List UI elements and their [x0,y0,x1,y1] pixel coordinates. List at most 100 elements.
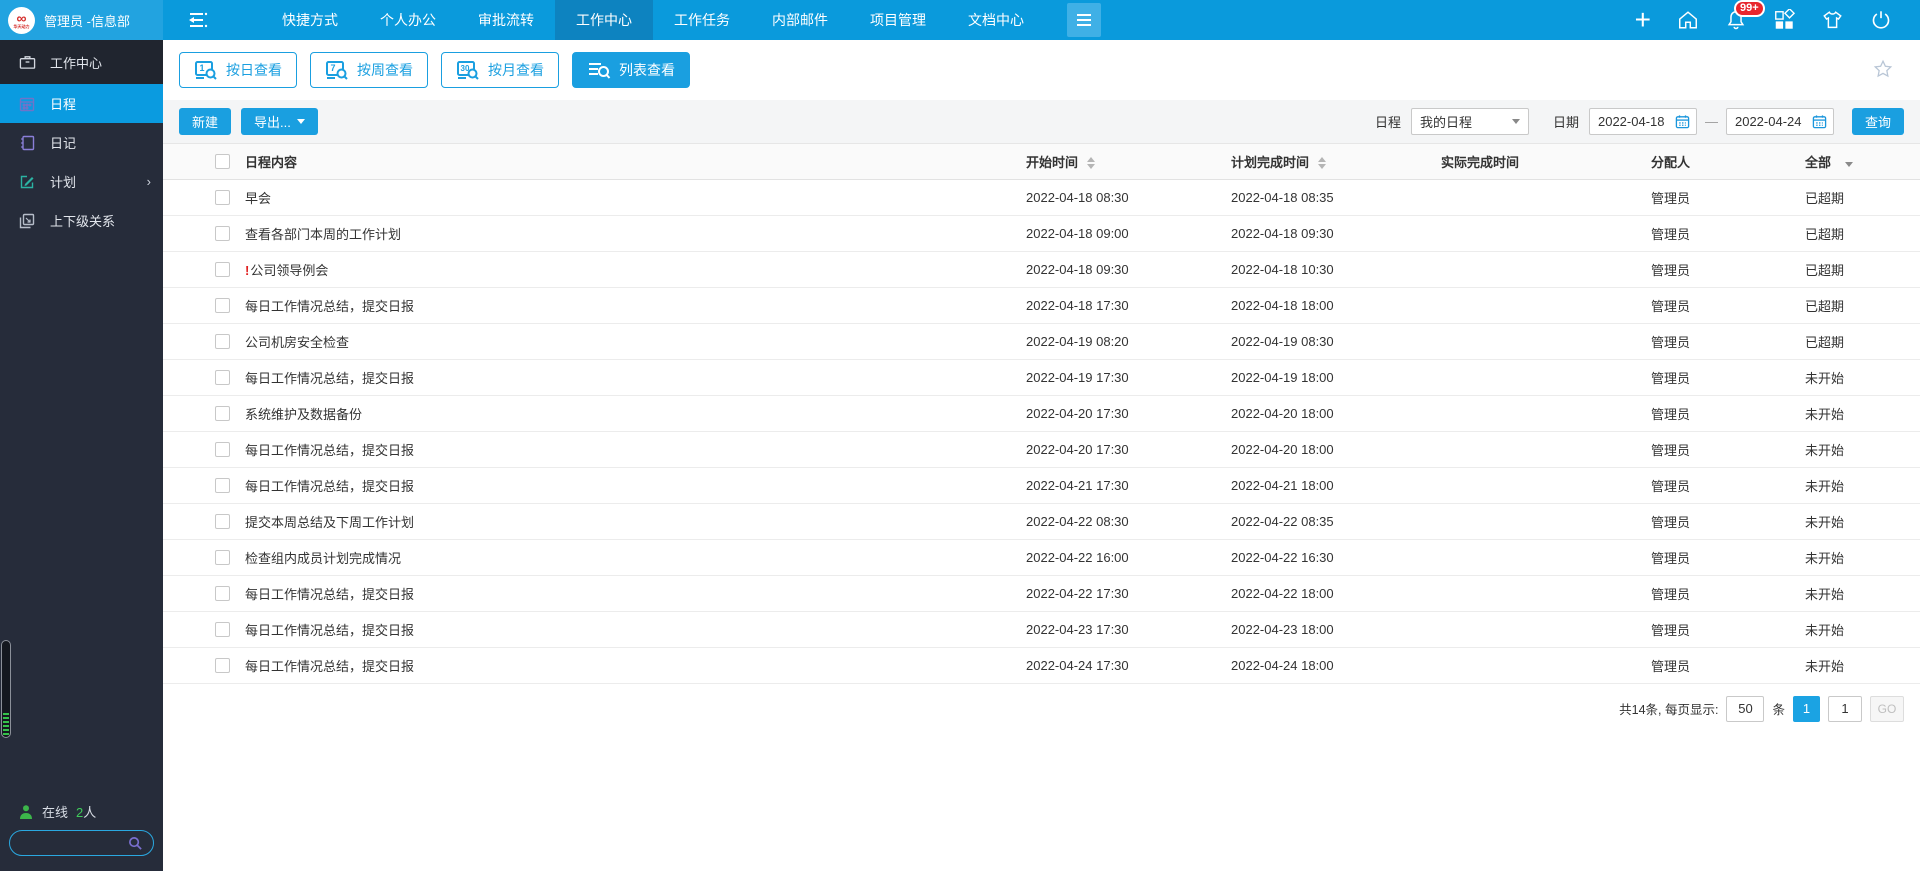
schedule-filter-select[interactable]: 我的日程 [1410,108,1529,135]
sidebar-item-diary[interactable]: 日记 [0,123,163,162]
svg-text:1: 1 [199,63,204,73]
sort-icon[interactable] [1086,157,1095,170]
table-row[interactable]: 每日工作情况总结，提交日报 2022-04-18 17:30 2022-04-1… [163,287,1920,324]
logout-power-icon[interactable] [1870,9,1892,31]
nav-item-doc-center[interactable]: 文档中心 [947,0,1045,40]
row-checkbox[interactable] [215,369,230,385]
table-row[interactable]: !公司领导例会 2022-04-18 09:30 2022-04-18 10:3… [163,251,1920,288]
sidebar-item-work-center[interactable]: 工作中心 [0,40,163,84]
date-from-input[interactable] [1597,114,1674,129]
row-checkbox[interactable] [215,405,230,421]
select-all-checkbox[interactable] [215,153,230,169]
date-to-input[interactable] [1734,114,1811,129]
sidebar-search-input[interactable] [10,836,128,850]
cell-status: 未开始 [1805,647,1920,684]
cell-actual-time [1441,575,1651,612]
row-checkbox[interactable] [215,621,230,637]
sidebar-item-label: 上下级关系 [50,214,116,229]
more-menus-button[interactable] [1067,3,1101,37]
nav-item-work-tasks[interactable]: 工作任务 [653,0,751,40]
query-button[interactable]: 查询 [1851,108,1904,135]
table-row[interactable]: 系统维护及数据备份 2022-04-20 17:30 2022-04-20 18… [163,395,1920,432]
home-icon[interactable] [1677,9,1699,31]
notification-badge: 99+ [1734,0,1765,17]
sidebar-item-schedule[interactable]: 日程 [0,84,163,123]
favorite-star-icon[interactable] [1872,58,1894,80]
header-content: 日程内容 [245,144,1026,180]
apps-grid-icon[interactable] [1773,9,1795,31]
day-calendar-icon: 1 [195,61,217,80]
cell-status: 未开始 [1805,539,1920,576]
row-checkbox[interactable] [215,333,230,349]
go-button[interactable]: GO [1870,695,1904,722]
calendar-picker-icon[interactable] [1812,114,1827,129]
search-icon[interactable] [128,836,143,851]
table-row[interactable]: 查看各部门本周的工作计划 2022-04-18 09:00 2022-04-18… [163,215,1920,252]
view-as-list-button[interactable]: 列表查看 [572,52,690,88]
edge-panel-handle[interactable] [1,640,11,738]
collapse-menu-icon[interactable] [185,7,211,33]
new-button[interactable]: 新建 [179,108,232,135]
row-checkbox[interactable] [215,261,230,277]
view-by-month-button[interactable]: 30 按月查看 [441,52,559,88]
online-label: 在线 [42,805,69,820]
pagination: 共14条, 每页显示: 条 1 GO [163,684,1920,722]
top-navigation: 快捷方式 个人办公 审批流转 工作中心 工作任务 内部邮件 项目管理 文档中心 [261,0,1045,40]
sort-icon[interactable] [1317,157,1326,170]
header-status-filter[interactable]: 全部 [1805,144,1920,180]
table-row[interactable]: 检查组内成员计划完成情况 2022-04-22 16:00 2022-04-22… [163,539,1920,576]
table-row[interactable]: 每日工作情况总结，提交日报 2022-04-21 17:30 2022-04-2… [163,467,1920,504]
sidebar-item-plan[interactable]: 计划 › [0,162,163,201]
online-users-row[interactable]: 在线 2人 [18,802,96,821]
header-actual-time: 实际完成时间 [1441,144,1651,180]
nav-item-shortcuts[interactable]: 快捷方式 [261,0,359,40]
notifications-bell-icon[interactable]: 99+ [1725,0,1765,31]
export-button[interactable]: 导出... [241,108,318,135]
cell-assignee: 管理员 [1651,395,1805,432]
theme-shirt-icon[interactable] [1821,9,1844,31]
row-checkbox[interactable] [215,657,230,673]
row-checkbox[interactable] [215,477,230,493]
row-checkbox[interactable] [215,189,230,205]
cell-content: 检查组内成员计划完成情况 [245,539,1026,576]
row-checkbox[interactable] [215,549,230,565]
row-checkbox[interactable] [215,585,230,601]
table-row[interactable]: 每日工作情况总结，提交日报 2022-04-22 17:30 2022-04-2… [163,575,1920,612]
row-checkbox[interactable] [215,441,230,457]
table-row[interactable]: 每日工作情况总结，提交日报 2022-04-24 17:30 2022-04-2… [163,647,1920,684]
cell-assignee: 管理员 [1651,467,1805,504]
table-row[interactable]: 每日工作情况总结，提交日报 2022-04-19 17:30 2022-04-1… [163,359,1920,396]
cell-assignee: 管理员 [1651,323,1805,360]
topbar-user-area[interactable]: ∞ 华天动力 管理员 -信息部 [0,0,163,40]
cell-content: 每日工作情况总结，提交日报 [245,431,1026,468]
view-by-day-button[interactable]: 1 按日查看 [179,52,297,88]
page-size-input[interactable] [1726,695,1765,722]
cell-start-time: 2022-04-18 08:30 [1026,179,1231,216]
nav-item-project-mgmt[interactable]: 项目管理 [849,0,947,40]
add-icon[interactable]: + [1635,6,1651,34]
table-row[interactable]: 提交本周总结及下周工作计划 2022-04-22 08:30 2022-04-2… [163,503,1920,540]
table-row[interactable]: 早会 2022-04-18 08:30 2022-04-18 08:35 管理员… [163,179,1920,216]
nav-item-personal-office[interactable]: 个人办公 [359,0,457,40]
goto-page-input[interactable] [1828,695,1862,722]
calendar-picker-icon[interactable] [1675,114,1690,129]
cell-status: 已超期 [1805,287,1920,324]
nav-item-approval-flow[interactable]: 审批流转 [457,0,555,40]
nav-item-internal-mail[interactable]: 内部邮件 [751,0,849,40]
cell-start-time: 2022-04-21 17:30 [1026,467,1231,504]
cell-planned-time: 2022-04-18 08:35 [1231,179,1441,216]
cell-start-time: 2022-04-18 09:00 [1026,215,1231,252]
cell-content: 每日工作情况总结，提交日报 [245,575,1026,612]
relations-icon [18,212,36,230]
row-checkbox[interactable] [215,297,230,313]
row-checkbox[interactable] [215,225,230,241]
page-1-button[interactable]: 1 [1793,695,1820,722]
row-checkbox[interactable] [215,513,230,529]
table-row[interactable]: 每日工作情况总结，提交日报 2022-04-20 17:30 2022-04-2… [163,431,1920,468]
view-by-week-button[interactable]: 7 按周查看 [310,52,428,88]
sidebar-item-relations[interactable]: 上下级关系 [0,201,163,240]
nav-item-work-center[interactable]: 工作中心 [555,0,653,40]
table-row[interactable]: 公司机房安全检查 2022-04-19 08:20 2022-04-19 08:… [163,323,1920,360]
cell-assignee: 管理员 [1651,179,1805,216]
table-row[interactable]: 每日工作情况总结，提交日报 2022-04-23 17:30 2022-04-2… [163,611,1920,648]
